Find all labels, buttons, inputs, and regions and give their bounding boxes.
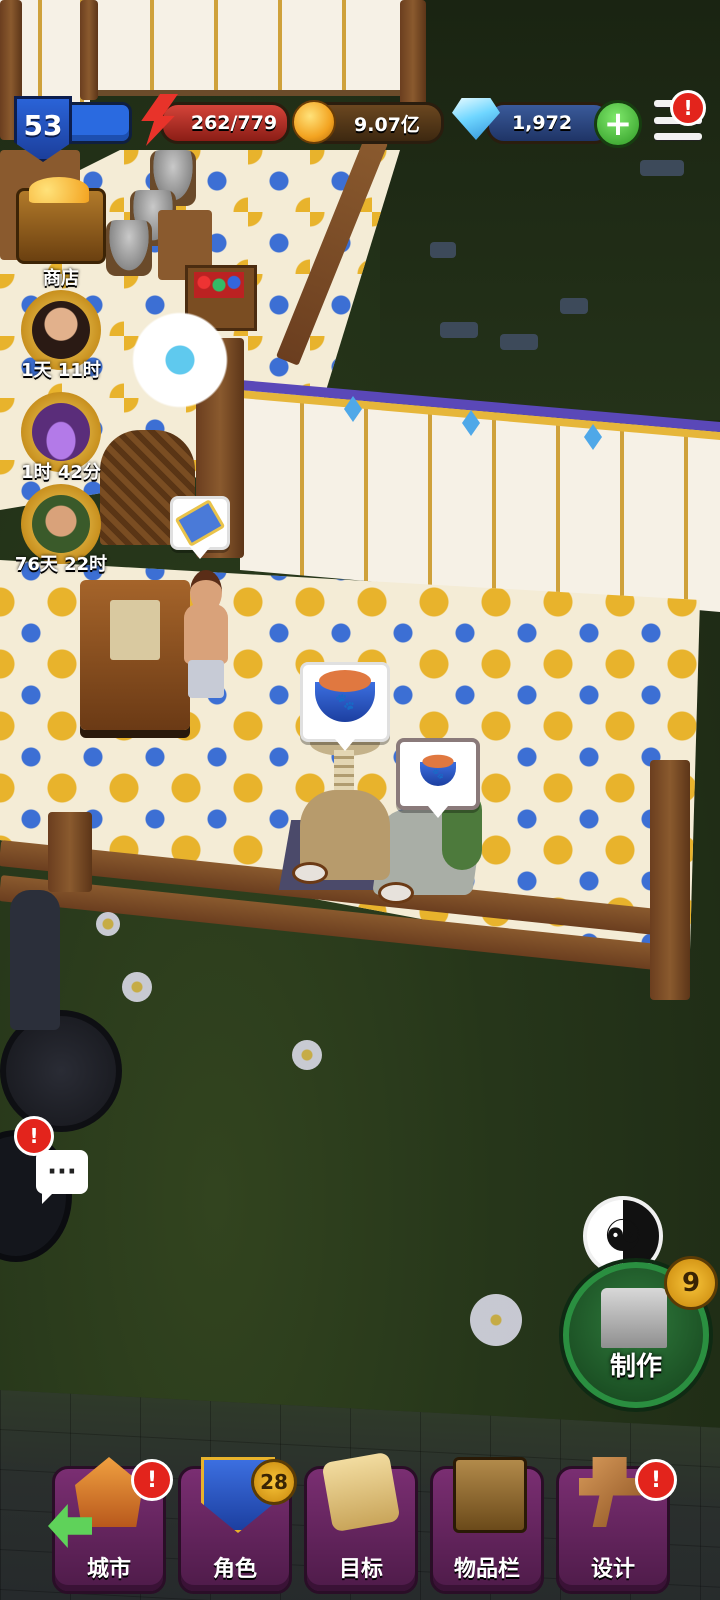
scroll-quill-icon	[321, 1451, 401, 1533]
nav-city-label: 城市	[86, 1557, 131, 1582]
pet-request-bubble[interactable]	[396, 738, 480, 818]
craft-count-badge: 9	[664, 1256, 718, 1310]
castle-icon	[75, 1457, 143, 1527]
player-level: 53	[23, 109, 63, 142]
shop-chest-icon	[16, 177, 106, 264]
nav-design-button[interactable]: 设计 !	[556, 1457, 677, 1594]
event-timer-3[interactable]: 76天 22时	[14, 484, 108, 576]
add-gems-button[interactable]: +	[594, 100, 642, 148]
chat-alert-badge: !	[14, 1116, 54, 1156]
event-timer-1[interactable]: 1天 11时	[16, 290, 106, 382]
hero-portrait-icon	[32, 495, 90, 553]
nav-character-count: 28	[251, 1459, 297, 1505]
event-timer-3-label: 76天 22时	[14, 554, 108, 575]
event-timer-2[interactable]: 1时 42分	[16, 392, 106, 484]
nav-goals-label: 目标	[338, 1557, 383, 1582]
nav-character-button[interactable]: 角色 28	[178, 1457, 297, 1594]
woman-portrait-icon	[32, 301, 90, 359]
anvil-icon	[601, 1288, 667, 1348]
hammer-icon	[579, 1457, 647, 1527]
chat-icon: ···	[47, 1157, 77, 1187]
energy-value: 262/779	[190, 112, 278, 134]
ticket-bubble[interactable]	[170, 496, 230, 559]
chest-icon	[453, 1457, 527, 1533]
gem-value: 1,972	[511, 112, 573, 134]
event-timer-1-label: 1天 11时	[21, 360, 101, 381]
nav-character-label: 角色	[212, 1557, 257, 1582]
nav-design-alert: !	[635, 1459, 677, 1501]
energy-counter[interactable]: 262/779	[160, 102, 290, 144]
nav-city-alert: !	[131, 1459, 173, 1501]
chat-button[interactable]: ···	[36, 1150, 88, 1204]
ticket-icon	[174, 499, 226, 547]
nav-inventory-button[interactable]: 物品栏	[430, 1457, 544, 1594]
bottom-nav: 城市 ! 角色 28 目标 物品栏 设计 !	[0, 1451, 720, 1600]
shop-label: 商店	[43, 268, 79, 289]
craft-label: 制作	[609, 1352, 662, 1382]
level-shield-icon[interactable]: 53	[14, 96, 72, 162]
nav-goals-button[interactable]: 目标	[304, 1451, 418, 1594]
pet-bowl-icon	[315, 670, 375, 722]
nav-design-label: 设计	[590, 1557, 635, 1582]
coin-icon	[292, 100, 336, 144]
pet-bowl-icon	[420, 754, 456, 786]
menu-icon-line	[654, 133, 702, 140]
pet-food-bubble[interactable]	[300, 662, 390, 751]
hourglass-icon	[32, 403, 90, 461]
hud-overlay: 53 262/779 9.07亿 1,972 + ! 商店 1天 11时 1时 …	[0, 0, 720, 1600]
gold-value: 9.07亿	[354, 113, 420, 136]
plus-icon: +	[603, 104, 633, 144]
shop-button[interactable]: 商店	[16, 177, 106, 290]
menu-alert-badge: !	[670, 90, 706, 126]
event-timer-2-label: 1时 42分	[21, 462, 101, 483]
nav-inventory-label: 物品栏	[453, 1557, 520, 1582]
